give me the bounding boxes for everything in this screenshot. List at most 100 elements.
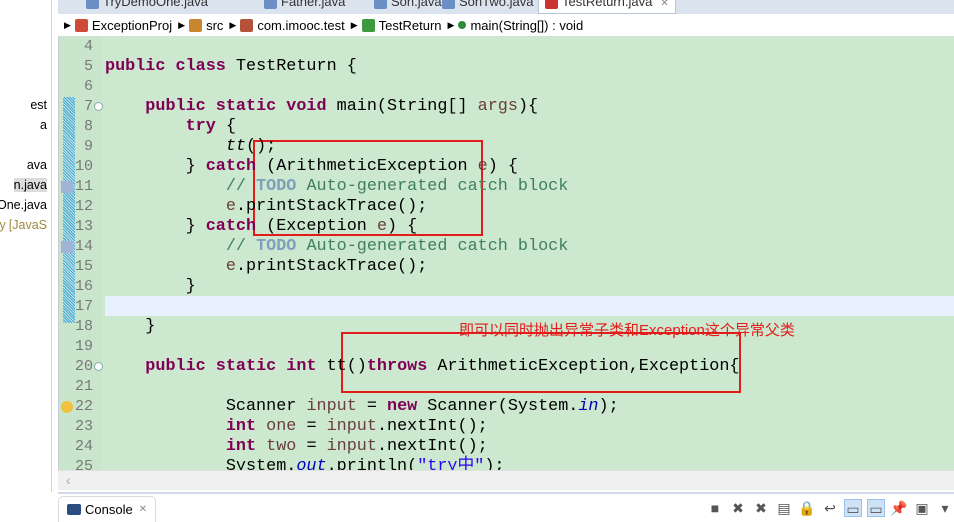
console-toolbar: ■ ✖ ✖ ▤ 🔒 ↩ ▭ ▭ 📌 ▣ ▾ <box>706 499 954 517</box>
task-marker-icon[interactable] <box>61 181 73 193</box>
close-icon[interactable]: ✕ <box>139 504 147 515</box>
close-icon[interactable]: ✕ <box>660 0 668 9</box>
code-token: main(String[] <box>326 97 478 116</box>
code-line[interactable]: e.printStackTrace(); <box>105 197 427 217</box>
line-number: 20 <box>74 358 93 375</box>
line-number: 9 <box>83 138 93 155</box>
code-line[interactable]: } <box>105 277 196 297</box>
editor-tabs: TryDemoOne.java Father.java Son.java SonTwo… <box>58 0 954 14</box>
code-line[interactable]: public static int tt()throws ArithmeticE… <box>105 357 739 377</box>
tab-label: Father.java <box>281 0 346 9</box>
code-line[interactable]: public static void main(String[] args){ <box>105 97 538 117</box>
code-line[interactable]: tt(); <box>105 137 276 157</box>
code-token: public class <box>105 57 226 76</box>
code-line[interactable]: } catch (ArithmeticException e) { <box>105 157 518 177</box>
code-token: } <box>105 277 196 296</box>
breadcrumb-item[interactable]: ▶ com.imooc.test <box>229 18 344 33</box>
tab-label: SonTwo.java <box>459 0 534 9</box>
code-editor[interactable]: 4 5 public class TestReturn {6 7 public sta… <box>58 36 954 470</box>
collapse-icon[interactable] <box>94 362 103 371</box>
code-line[interactable]: int two = input.nextInt(); <box>105 437 488 457</box>
code-token: (Exception <box>256 217 377 236</box>
breadcrumb-item[interactable]: ▶ src <box>178 18 223 33</box>
collapse-icon[interactable] <box>94 102 103 111</box>
line-number: 7 <box>83 98 93 115</box>
tree-item[interactable]: n.java <box>13 178 47 192</box>
pin-console-icon[interactable]: 📌 <box>890 499 908 517</box>
code-token: one <box>266 417 297 436</box>
view-menu-icon[interactable]: ▾ <box>936 499 954 517</box>
code-line[interactable]: int one = input.nextInt(); <box>105 417 488 437</box>
breadcrumb-item[interactable]: ▶ ExceptionProj <box>64 18 172 33</box>
line-number: 16 <box>74 278 93 295</box>
code-line[interactable]: System.out.println("try中"); <box>105 457 505 470</box>
code-token: in <box>578 397 599 416</box>
horizontal-scrollbar[interactable]: ‹ <box>58 470 954 490</box>
code-token: try <box>185 117 216 136</box>
task-marker-icon[interactable] <box>61 241 73 253</box>
line-number: 6 <box>83 78 93 95</box>
code-token: e <box>376 217 388 236</box>
code-line[interactable]: Scanner input = new Scanner(System.in); <box>105 397 619 417</box>
tab-testreturn[interactable]: TestReturn.java ✕ <box>538 0 676 14</box>
code-line[interactable]: e.printStackTrace(); <box>105 257 427 277</box>
code-token: TODO <box>256 177 297 196</box>
tab-son[interactable]: Son.java <box>374 0 442 14</box>
current-line-highlight <box>105 296 954 316</box>
tab-sontwo[interactable]: SonTwo.java <box>442 0 533 14</box>
code-line[interactable]: } catch (Exception e) { <box>105 217 418 237</box>
line-number: 19 <box>74 338 93 355</box>
breadcrumb-label: main(String[]) : void <box>470 17 584 33</box>
code-token: new <box>387 397 418 416</box>
tree-item-label: a <box>40 118 47 132</box>
code-token: .printStackTrace(); <box>235 257 428 276</box>
code-line[interactable]: } <box>105 317 155 337</box>
show-on-stderr-icon[interactable]: ▭ <box>867 499 885 517</box>
line-number: 8 <box>83 118 93 135</box>
code-line[interactable]: public class TestReturn { <box>105 57 357 77</box>
code-line[interactable]: // TODO Auto-generated catch block <box>105 237 568 257</box>
breadcrumb-item[interactable]: ▶ main(String[]) : void <box>448 18 584 33</box>
tab-trydemoone[interactable]: TryDemoOne.java <box>86 0 208 14</box>
tree-item-label: ava <box>26 158 47 172</box>
code-token: } <box>105 157 206 176</box>
display-console-icon[interactable]: ▣ <box>913 499 931 517</box>
tree-item[interactable]: a <box>40 118 47 132</box>
code-token: e <box>225 197 236 216</box>
tab-label: TryDemoOne.java <box>103 0 208 9</box>
code-token: tt <box>225 137 247 156</box>
code-token: ArithmeticException,Exception{ <box>427 357 740 376</box>
warning-lightbulb-icon[interactable] <box>61 401 73 413</box>
code-token: ) { <box>487 157 518 176</box>
remove-all-icon[interactable]: ✖ <box>752 499 770 517</box>
show-on-stdout-icon[interactable]: ▭ <box>844 499 862 517</box>
console-icon <box>67 504 81 515</box>
code-token: .nextInt(); <box>376 437 488 456</box>
clear-console-icon[interactable]: ▤ <box>775 499 793 517</box>
java-file-icon <box>264 0 277 10</box>
breadcrumb-item[interactable]: ▶ TestReturn <box>351 18 442 33</box>
tree-item[interactable]: ava <box>27 158 47 172</box>
scroll-lock-icon[interactable]: 🔒 <box>798 499 816 517</box>
code-token: = <box>356 397 387 416</box>
tab-console[interactable]: Console ✕ <box>58 496 157 522</box>
code-token: int <box>225 417 257 436</box>
code-line[interactable]: try { <box>105 117 236 137</box>
word-wrap-icon[interactable]: ↩ <box>821 499 839 517</box>
code-line[interactable]: // TODO Auto-generated catch block <box>105 177 568 197</box>
terminate-icon[interactable]: ■ <box>706 499 724 517</box>
remove-launch-icon[interactable]: ✖ <box>729 499 747 517</box>
tab-father[interactable]: Father.java <box>264 0 345 14</box>
tab-label: Son.java <box>391 0 442 9</box>
tree-item[interactable]: est <box>30 98 47 112</box>
package-icon <box>240 18 254 32</box>
code-token: .printStackTrace(); <box>235 197 428 216</box>
code-token: public static void <box>145 97 327 116</box>
code-token: catch <box>205 217 257 236</box>
tree-item[interactable]: ary[JavaS <box>0 218 47 232</box>
code-token: = <box>296 437 327 456</box>
tree-item[interactable]: One.java <box>0 198 47 212</box>
